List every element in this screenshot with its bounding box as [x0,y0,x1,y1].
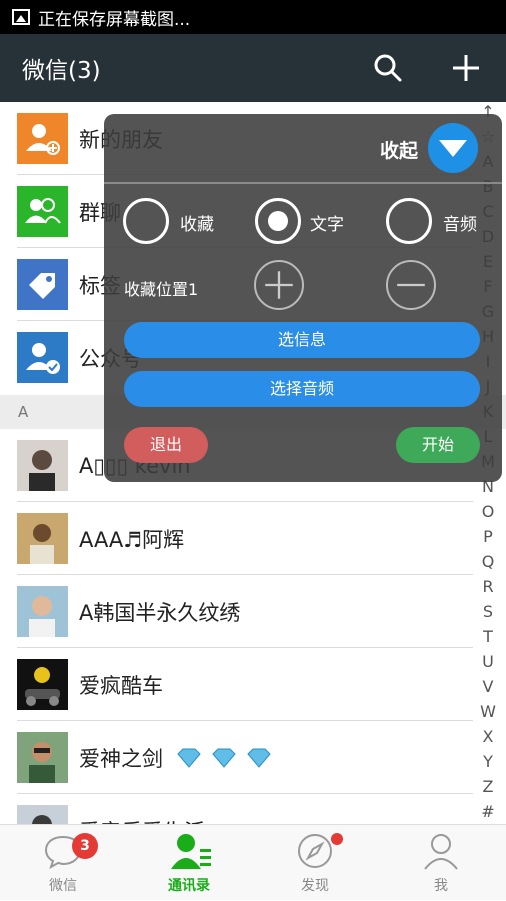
list-item[interactable]: 爱神之剑 [0,721,506,794]
collapse-label[interactable]: 收起 [380,136,418,163]
exit-button[interactable]: 退出 [124,427,208,463]
image-icon [12,9,30,25]
tab-contacts[interactable]: 通讯录 [126,825,252,901]
tab-discover[interactable]: 发现 [252,825,378,901]
status-text: 正在保存屏幕截图... [38,9,191,30]
minus-circle-icon[interactable] [386,260,436,310]
unread-badge: 3 [72,833,98,859]
divider [104,182,502,184]
group-icon [17,186,68,237]
plus-icon[interactable] [450,52,482,84]
select-audio-button[interactable]: 选择音频 [124,371,480,407]
diamond-icon [212,748,236,768]
index-letter[interactable]: P [478,527,498,546]
list-item-label: A韩国半永久纹绣 [79,600,241,625]
avatar [17,586,68,637]
index-letter[interactable]: V [478,677,498,696]
avatar [17,659,68,710]
avatar [17,440,68,491]
index-letter[interactable]: Y [478,752,498,771]
tab-label: 我 [434,878,448,894]
person-icon [424,834,458,870]
add-friend-icon [17,113,68,164]
page-title: 微信(3) [22,58,101,84]
select-message-button[interactable]: 选信息 [124,322,480,358]
control-panel: 收起 收藏 文字 音频 收藏位置1 选信息 选择音频 退出 开始 [104,114,502,482]
plus-circle-icon[interactable] [254,260,304,310]
tab-label: 通讯录 [168,878,210,894]
status-bar: 正在保存屏幕截图... [0,0,506,34]
tag-icon [17,259,68,310]
bottom-tab-bar: 3 微信 通讯录 发现 我 [0,824,506,900]
index-letter[interactable]: Q [478,552,498,571]
index-letter[interactable]: Z [478,777,498,796]
start-button[interactable]: 开始 [396,427,480,463]
tab-label: 发现 [301,878,329,894]
list-item-label: AAA♬阿辉 [79,527,185,552]
compass-icon [298,834,332,868]
index-letter[interactable]: X [478,727,498,746]
radio-label: 收藏 [180,215,214,235]
avatar [17,513,68,564]
radio-label: 音频 [443,215,477,235]
notification-dot [331,833,343,845]
list-item-label: 爱音乐爱生活 [79,816,205,825]
tab-me[interactable]: 我 [378,825,504,901]
index-letter[interactable]: T [478,627,498,646]
radio-favorites[interactable] [123,198,169,244]
title-bar: 微信(3) [0,34,506,102]
list-item[interactable]: AAA♬阿辉 [0,502,506,575]
list-item-label: 爱神之剑 [79,746,163,771]
avatar [17,732,68,783]
search-icon[interactable] [372,52,404,84]
position-label: 收藏位置1 [124,280,199,299]
avatar [17,805,68,824]
official-account-icon [17,332,68,383]
index-letter[interactable]: R [478,577,498,596]
radio-text[interactable] [255,198,301,244]
list-item[interactable]: A韩国半永久纹绣 [0,575,506,648]
index-letter[interactable]: O [478,502,498,521]
index-letter[interactable]: S [478,602,498,621]
collapse-button[interactable] [428,123,478,173]
index-letter[interactable]: U [478,652,498,671]
index-letter[interactable]: # [478,802,498,821]
list-item-label: 爱疯酷车 [79,673,163,698]
list-item[interactable]: 爱疯酷车 [0,648,506,721]
radio-audio[interactable] [386,198,432,244]
tab-label: 微信 [49,878,77,894]
diamond-icon [177,748,201,768]
list-item[interactable]: 爱音乐爱生活 [0,794,506,824]
index-letter[interactable]: W [478,702,498,721]
tab-chats[interactable]: 3 微信 [0,825,126,901]
radio-label: 文字 [310,215,344,235]
diamond-icon [247,748,271,768]
contacts-icon [171,834,211,869]
